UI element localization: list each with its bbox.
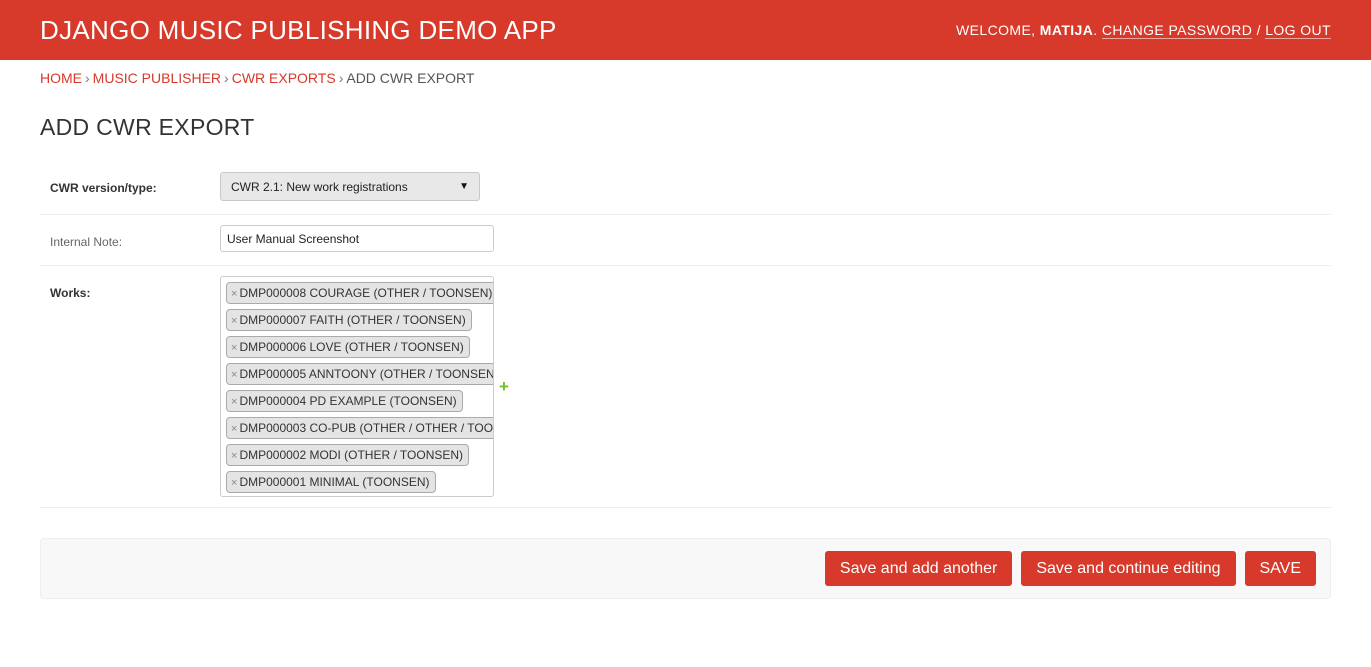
selected-work-row: × DMP000001 MINIMAL (TOONSEN) — [226, 468, 493, 495]
selected-work-chip[interactable]: × DMP000006 LOVE (OTHER / TOONSEN) — [226, 336, 470, 358]
welcome-text: WELCOME, — [956, 22, 1036, 38]
username: MATIJA — [1039, 22, 1094, 38]
selected-work-label: DMP000004 PD EXAMPLE (TOONSEN) — [239, 394, 457, 408]
remove-icon[interactable]: × — [231, 369, 237, 381]
form-row-works: Works: × DMP000008 COURAGE (OTHER / TOONS… — [40, 266, 1331, 508]
breadcrumb-separator: › — [224, 70, 229, 86]
submit-row: Save and add another Save and continue e… — [40, 538, 1331, 599]
main-content: ADD CWR EXPORT CWR version/type: CWR 2.1… — [0, 114, 1371, 599]
user-tools: WELCOME, MATIJA. CHANGE PASSWORD / LOG O… — [956, 22, 1331, 39]
selected-work-chip[interactable]: × DMP000007 FAITH (OTHER / TOONSEN) — [226, 309, 472, 331]
selected-work-row: × DMP000004 PD EXAMPLE (TOONSEN) — [226, 387, 493, 414]
selected-work-label: DMP000001 MINIMAL (TOONSEN) — [239, 475, 430, 489]
form-row-version: CWR version/type: CWR 2.1: New work regi… — [40, 163, 1331, 215]
remove-icon[interactable]: × — [231, 315, 237, 327]
logout-link[interactable]: LOG OUT — [1265, 22, 1331, 39]
remove-icon[interactable]: × — [231, 288, 237, 300]
selected-work-row: × DMP000007 FAITH (OTHER / TOONSEN) — [226, 306, 493, 333]
internal-note-input[interactable] — [220, 225, 494, 252]
breadcrumb-current: ADD CWR EXPORT — [346, 70, 475, 86]
change-password-link[interactable]: CHANGE PASSWORD — [1101, 22, 1253, 39]
remove-icon[interactable]: × — [231, 396, 237, 408]
selected-work-chip[interactable]: × DMP000001 MINIMAL (TOONSEN) — [226, 471, 436, 493]
version-label: CWR version/type: — [50, 181, 157, 195]
save-button[interactable]: SAVE — [1244, 551, 1316, 586]
selected-work-chip[interactable]: ×DMP000003 CO-PUB (OTHER / OTHER / TOONS… — [226, 417, 493, 439]
selected-work-label: DMP000008 COURAGE (OTHER / TOONSEN) — [239, 286, 493, 300]
form-row-note: Internal Note: — [40, 215, 1331, 266]
note-label: Internal Note: — [50, 235, 123, 249]
selected-work-chip[interactable]: × DMP000005 ANNTOONY (OTHER / TOONSEN) — [226, 363, 493, 385]
selected-work-label: DMP000007 FAITH (OTHER / TOONSEN) — [239, 313, 466, 327]
version-select[interactable]: CWR 2.1: New work registrations ▼ — [220, 172, 480, 201]
remove-icon[interactable]: × — [231, 423, 237, 435]
user-tools-divider: / — [1256, 22, 1261, 38]
site-name: DJANGO MUSIC PUBLISHING DEMO APP — [40, 14, 557, 45]
selected-work-row: × DMP000002 MODI (OTHER / TOONSEN) — [226, 441, 493, 468]
selected-work-chip[interactable]: × DMP000008 COURAGE (OTHER / TOONSEN) — [226, 282, 493, 304]
selected-work-label: DMP000003 CO-PUB (OTHER / OTHER / TOONSE… — [239, 421, 493, 435]
breadcrumb-app[interactable]: MUSIC PUBLISHER — [93, 70, 221, 86]
works-label: Works: — [50, 286, 91, 300]
works-multiselect[interactable]: × DMP000008 COURAGE (OTHER / TOONSEN) × DMP… — [220, 276, 494, 497]
selected-work-row: × DMP000008 COURAGE (OTHER / TOONSEN) — [226, 279, 493, 306]
add-work-icon[interactable]: + — [499, 377, 509, 397]
breadcrumb: HOME › MUSIC PUBLISHER › CWR EXPORTS › ADD CWR… — [0, 60, 1371, 96]
page-title: ADD CWR EXPORT — [40, 114, 255, 140]
selected-work-row: × DMP000005 ANNTOONY (OTHER / TOONSEN) — [226, 360, 493, 387]
selected-work-label: DMP000005 ANNTOONY (OTHER / TOONSEN) — [239, 367, 493, 381]
remove-icon[interactable]: × — [231, 450, 237, 462]
version-select-value: CWR 2.1: New work registrations — [231, 179, 408, 194]
save-and-add-another-button[interactable]: Save and add another — [824, 551, 1013, 586]
breadcrumb-separator: › — [85, 70, 90, 86]
breadcrumb-model[interactable]: CWR EXPORTS — [232, 70, 336, 86]
breadcrumb-home[interactable]: HOME — [40, 70, 82, 86]
works-widget: × DMP000008 COURAGE (OTHER / TOONSEN) × DMP… — [220, 276, 509, 497]
breadcrumb-separator: › — [338, 70, 344, 86]
save-and-continue-button[interactable]: Save and continue editing — [1021, 551, 1236, 586]
remove-icon[interactable]: × — [231, 477, 237, 489]
caret-down-icon: ▼ — [459, 181, 469, 192]
selected-work-label: DMP000006 LOVE (OTHER / TOONSEN) — [239, 340, 464, 354]
selected-work-chip[interactable]: × DMP000002 MODI (OTHER / TOONSEN) — [226, 444, 470, 466]
selected-work-label: DMP000002 MODI (OTHER / TOONSEN) — [239, 448, 464, 462]
selected-work-row: ×DMP000003 CO-PUB (OTHER / OTHER / TOONS… — [226, 414, 493, 441]
remove-icon[interactable]: × — [231, 342, 237, 354]
selected-work-row: × DMP000006 LOVE (OTHER / TOONSEN) — [226, 333, 493, 360]
selected-work-chip[interactable]: × DMP000004 PD EXAMPLE (TOONSEN) — [226, 390, 463, 412]
header-bar: DJANGO MUSIC PUBLISHING DEMO APP WELCOME… — [0, 0, 1371, 60]
